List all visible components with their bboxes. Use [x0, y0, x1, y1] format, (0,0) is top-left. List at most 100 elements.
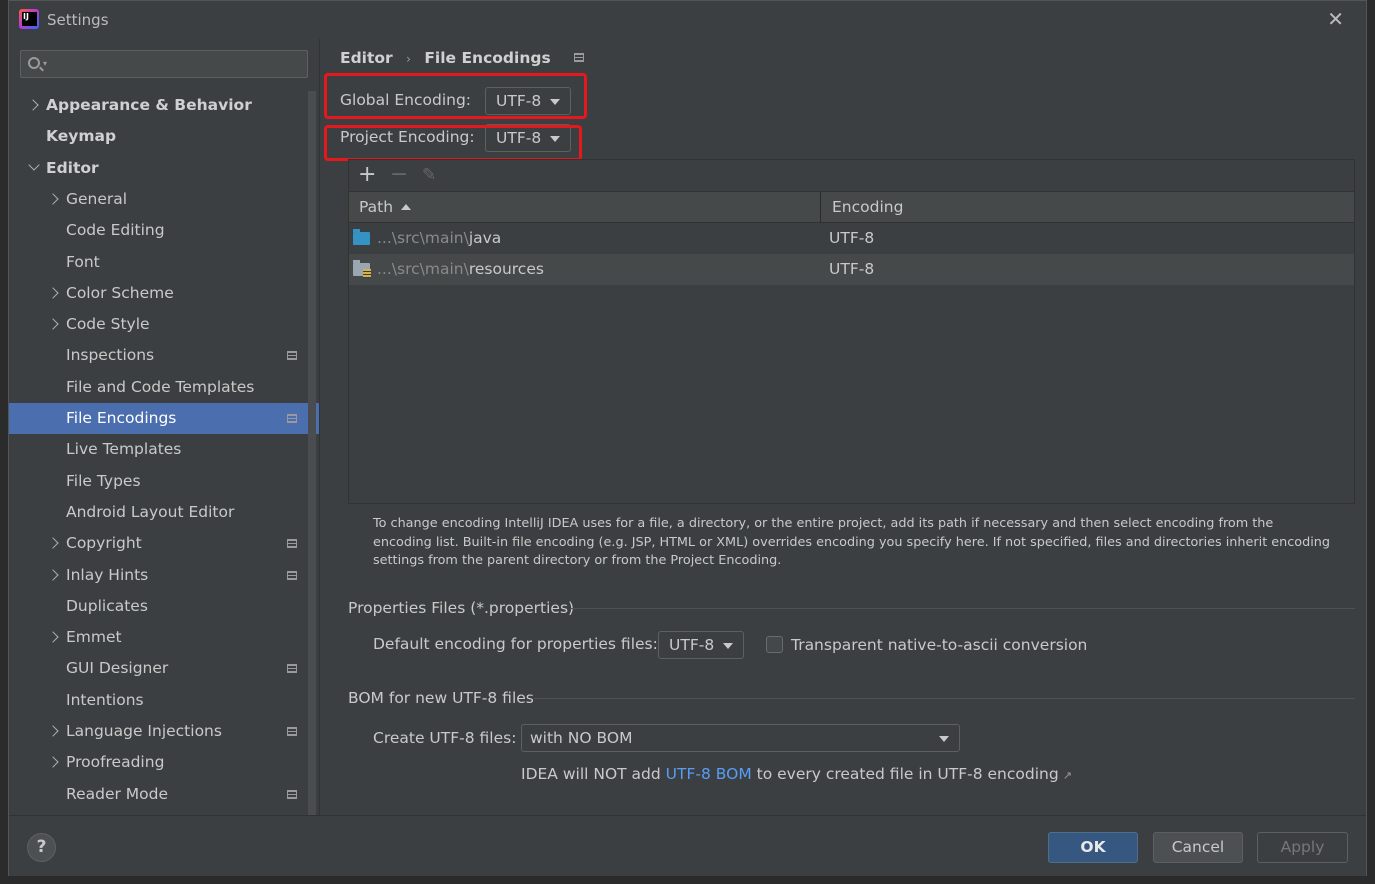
section-divider	[534, 698, 1355, 699]
create-utf8-value: with NO BOM	[530, 729, 633, 747]
sidebar-item-label: Intentions	[66, 691, 144, 709]
sidebar-item-gui-designer[interactable]: GUI Designer	[9, 653, 319, 684]
help-button[interactable]: ?	[27, 833, 56, 862]
chevron-down-icon	[723, 643, 733, 649]
project-settings-icon	[287, 727, 297, 736]
properties-section-title: Properties Files (*.properties)	[348, 599, 575, 617]
sidebar-item-label: Duplicates	[66, 597, 148, 615]
chevron-right-icon[interactable]	[47, 318, 59, 330]
properties-encoding-value: UTF-8	[669, 636, 715, 654]
sidebar-item-keymap[interactable]: Keymap	[9, 121, 319, 152]
resources-folder-icon	[353, 260, 371, 278]
sidebar-item-color-scheme[interactable]: Color Scheme	[9, 278, 319, 309]
breadcrumb: Editor › File Encodings	[340, 49, 592, 67]
sidebar-item-reader-mode[interactable]: Reader Mode	[9, 779, 319, 810]
chevron-down-icon[interactable]	[28, 159, 40, 171]
utf8-bom-link[interactable]: UTF-8 BOM	[666, 765, 752, 783]
sidebar-item-file-encodings[interactable]: File Encodings	[9, 403, 319, 434]
chevron-right-icon[interactable]	[47, 537, 59, 549]
path-prefix: ...\src\main\	[377, 229, 469, 247]
create-utf8-dropdown[interactable]: with NO BOM	[521, 724, 960, 752]
encoding-cell[interactable]: UTF-8	[829, 254, 874, 285]
sidebar-item-intentions[interactable]: Intentions	[9, 685, 319, 716]
sidebar-item-label: Emmet	[66, 628, 122, 646]
title-bar[interactable]: Settings ✕	[9, 1, 1366, 39]
dialog-footer: ? OK Cancel Apply	[9, 815, 1366, 877]
sidebar-item-label: File Types	[66, 472, 141, 490]
settings-dialog: Settings ✕ ▾ Appearance & Behavior Keymap…	[8, 0, 1367, 877]
path-name: java	[468, 229, 502, 247]
sidebar-item-inspections[interactable]: Inspections	[9, 340, 319, 371]
search-options-caret-icon[interactable]: ▾	[43, 59, 47, 68]
project-settings-icon	[287, 790, 297, 799]
sidebar-item-code-style[interactable]: Code Style	[9, 309, 319, 340]
table-row[interactable]: ...\src\main\java UTF-8	[349, 223, 1354, 254]
sidebar-item-copyright[interactable]: Copyright	[9, 528, 319, 559]
sidebar-item-general[interactable]: General	[9, 184, 319, 215]
background-edge-bottom	[0, 876, 1375, 884]
apply-button[interactable]: Apply	[1257, 832, 1348, 863]
project-settings-icon	[287, 571, 297, 580]
breadcrumb-separator: ›	[406, 52, 411, 66]
sidebar-scrollbar[interactable]	[308, 91, 316, 815]
sidebar-item-language-injections[interactable]: Language Injections	[9, 716, 319, 747]
settings-search-input[interactable]: ▾	[20, 50, 308, 78]
chevron-right-icon[interactable]	[47, 569, 59, 581]
external-link-icon[interactable]: ↗	[1063, 769, 1072, 782]
create-utf8-label: Create UTF-8 files:	[373, 729, 517, 747]
edit-icon[interactable]: ✎	[422, 162, 436, 188]
sidebar-item-editor[interactable]: Editor	[9, 153, 319, 184]
chevron-right-icon[interactable]	[47, 725, 59, 737]
sidebar-item-label: Copyright	[66, 534, 142, 552]
bom-note-suffix: to every created file in UTF-8 encoding	[751, 765, 1059, 783]
transparent-conversion-checkbox[interactable]	[766, 636, 783, 653]
column-divider[interactable]	[820, 192, 821, 223]
chevron-right-icon[interactable]	[47, 756, 59, 768]
column-header-path[interactable]: Path	[359, 192, 412, 223]
path-cell: ...\src\main\java	[377, 223, 501, 254]
sidebar-item-label: File and Code Templates	[66, 378, 255, 396]
properties-encoding-dropdown[interactable]: UTF-8	[658, 631, 744, 659]
path-prefix: ...\src\main\	[377, 260, 469, 278]
breadcrumb-parent[interactable]: Editor	[340, 49, 393, 67]
sidebar-item-label: Inspections	[66, 346, 155, 364]
column-header-path-label: Path	[359, 198, 394, 216]
sidebar-item-file-types[interactable]: File Types	[9, 466, 319, 497]
chevron-down-icon	[939, 736, 949, 742]
bom-note: IDEA will NOT add UTF-8 BOM to every cre…	[521, 765, 1072, 783]
chevron-right-icon[interactable]	[47, 193, 59, 205]
settings-sidebar: ▾ Appearance & Behavior Keymap Editor Gener…	[9, 39, 319, 815]
sidebar-item-label: File Encodings	[66, 409, 177, 427]
sidebar-item-file-and-code-templates[interactable]: File and Code Templates	[9, 372, 319, 403]
sidebar-item-font[interactable]: Font	[9, 247, 319, 278]
table-header: Path Encoding	[349, 191, 1354, 223]
sidebar-item-label: Language Injections	[66, 722, 222, 740]
sidebar-item-label: Inlay Hints	[66, 566, 149, 584]
add-icon[interactable]: +	[358, 162, 376, 188]
sidebar-item-android-layout-editor[interactable]: Android Layout Editor	[9, 497, 319, 528]
sidebar-item-label: Code Style	[66, 315, 150, 333]
project-settings-icon	[574, 53, 585, 62]
sidebar-item-label: Color Scheme	[66, 284, 174, 302]
sidebar-item-code-editing[interactable]: Code Editing	[9, 215, 319, 246]
sidebar-item-emmet[interactable]: Emmet	[9, 622, 319, 653]
chevron-right-icon[interactable]	[27, 99, 39, 111]
table-row[interactable]: ...\src\main\resources UTF-8	[349, 254, 1354, 285]
sidebar-item-inlay-hints[interactable]: Inlay Hints	[9, 560, 319, 591]
chevron-right-icon[interactable]	[47, 287, 59, 299]
transparent-conversion-label[interactable]: Transparent native-to-ascii conversion	[791, 636, 1087, 654]
close-icon[interactable]: ✕	[1327, 9, 1344, 29]
column-header-encoding[interactable]: Encoding	[832, 192, 903, 223]
ok-button[interactable]: OK	[1048, 832, 1138, 863]
sidebar-item-proofreading[interactable]: Proofreading	[9, 747, 319, 778]
path-cell: ...\src\main\resources	[377, 254, 544, 285]
sidebar-item-live-templates[interactable]: Live Templates	[9, 434, 319, 465]
sidebar-item-duplicates[interactable]: Duplicates	[9, 591, 319, 622]
sidebar-item-appearance-behavior[interactable]: Appearance & Behavior	[9, 90, 319, 121]
encoding-cell[interactable]: UTF-8	[829, 223, 874, 254]
project-settings-icon	[287, 539, 297, 548]
remove-icon[interactable]: −	[390, 162, 408, 188]
cancel-button[interactable]: Cancel	[1153, 832, 1243, 863]
chevron-right-icon[interactable]	[47, 631, 59, 643]
sidebar-item-label: Appearance & Behavior	[46, 96, 252, 114]
